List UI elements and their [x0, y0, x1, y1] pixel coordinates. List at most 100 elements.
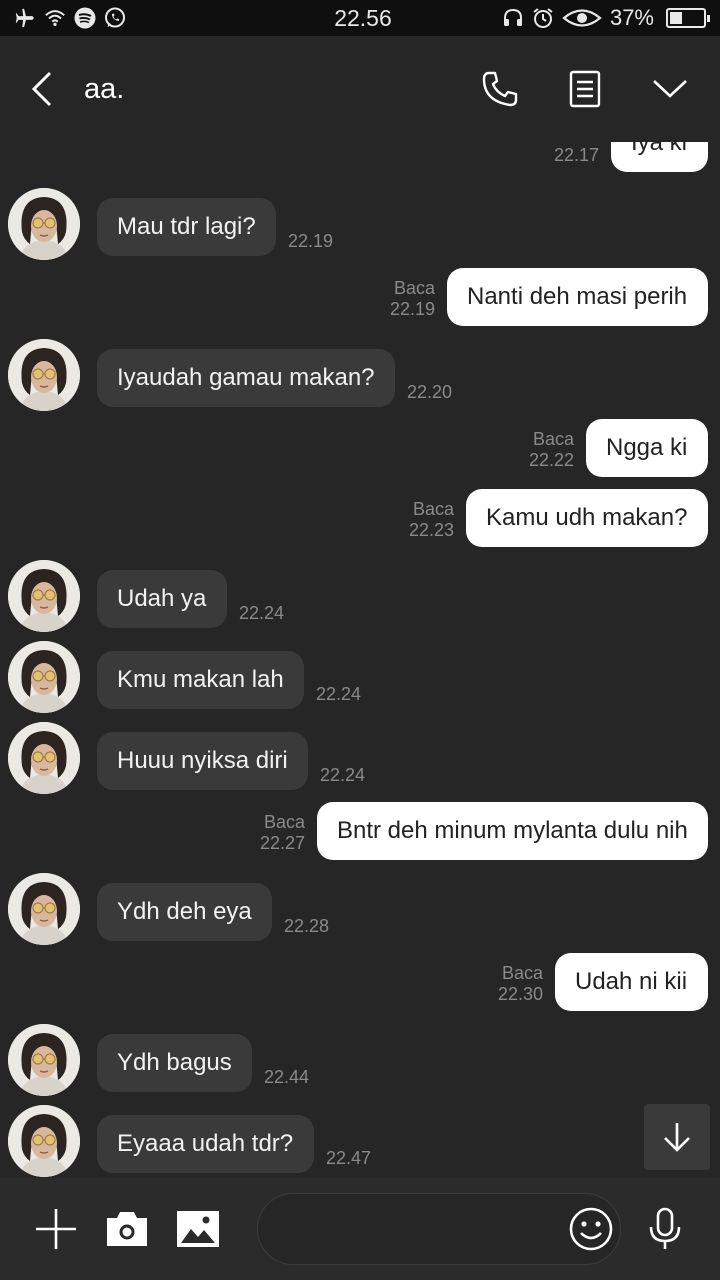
message-input[interactable] [280, 1216, 568, 1242]
call-button[interactable] [470, 59, 530, 119]
contact-avatar[interactable] [8, 188, 80, 260]
message-time: 22.19 [288, 231, 334, 251]
message-status: Baca 22.30 [498, 963, 543, 1005]
contact-avatar[interactable] [8, 339, 80, 411]
read-receipt: Baca [393, 278, 435, 298]
read-receipt: Baca [532, 429, 574, 449]
back-arrow-icon [31, 71, 52, 107]
message-time: 22.44 [264, 1067, 310, 1087]
scroll-to-bottom-button[interactable] [644, 1104, 710, 1170]
emoji-button[interactable] [568, 1204, 614, 1254]
incoming-message: Ydh bagus 22.44 [0, 1024, 720, 1096]
message-bubble[interactable]: Udah ni kii [555, 953, 708, 1011]
message-time: 22.24 [316, 684, 362, 704]
outgoing-message: Iya ki Baca22.17 [0, 142, 720, 172]
contact-avatar[interactable] [8, 1024, 80, 1096]
battery-icon [666, 8, 710, 28]
message-time: 22.27 [259, 833, 305, 853]
message-composer [0, 1178, 720, 1280]
message-bubble[interactable]: Kamu udh makan? [466, 489, 708, 547]
incoming-message: Kmu makan lah 22.24 [0, 641, 720, 713]
chevron-down-icon [653, 80, 687, 98]
message-status: Baca 22.19 [390, 278, 435, 320]
message-bubble[interactable]: Ydh bagus [97, 1034, 252, 1092]
camera-icon [106, 1212, 147, 1246]
message-time: 22.24 [239, 603, 285, 623]
message-time: 22.20 [407, 382, 453, 402]
read-receipt: Baca [501, 963, 543, 983]
outgoing-message: Ngga ki Baca 22.22 [0, 419, 720, 477]
message-time: 22.23 [408, 520, 454, 540]
message-bubble[interactable]: Mau tdr lagi? [97, 198, 276, 256]
gallery-button[interactable] [172, 1201, 223, 1257]
back-button[interactable] [20, 67, 64, 111]
chat-header: aa. [0, 36, 720, 142]
plus-icon [35, 1209, 76, 1249]
eye-icon [562, 7, 602, 29]
arrow-down-icon [664, 1123, 690, 1152]
status-left-icons [14, 7, 264, 29]
outgoing-message: Bntr deh minum mylanta dulu nih Baca 22.27 [0, 802, 720, 860]
wifi-icon [44, 7, 66, 29]
contact-avatar[interactable] [8, 722, 80, 794]
menu-toggle-button[interactable] [640, 59, 700, 119]
battery-percent: 37% [609, 5, 654, 30]
message-time: 22.30 [497, 984, 543, 1004]
message-bubble[interactable]: Udah ya [97, 570, 227, 628]
contact-avatar[interactable] [8, 560, 80, 632]
message-status: Baca22.17 [554, 142, 599, 166]
message-time: 22.24 [320, 765, 366, 785]
whatsapp-icon [104, 7, 126, 29]
message-time: 22.28 [284, 916, 330, 936]
emoji-icon [569, 1207, 613, 1251]
message-bubble[interactable]: Kmu makan lah [97, 651, 304, 709]
attach-button[interactable] [30, 1201, 81, 1257]
message-bubble[interactable]: Nanti deh masi perih [447, 268, 708, 326]
incoming-message: Iyaudah gamau makan? 22.20 [0, 339, 720, 411]
message-input-box[interactable] [257, 1193, 621, 1265]
outgoing-message: Nanti deh masi perih Baca 22.19 [0, 268, 720, 326]
phone-icon [482, 71, 518, 107]
message-bubble[interactable]: Ydh deh eya [97, 883, 272, 941]
contact-avatar[interactable] [8, 1105, 80, 1177]
message-time: 22.22 [528, 450, 574, 470]
message-bubble[interactable]: Bntr deh minum mylanta dulu nih [317, 802, 708, 860]
voice-button[interactable] [639, 1201, 690, 1257]
headset-icon [502, 7, 524, 29]
outgoing-message: Udah ni kii Baca 22.30 [0, 953, 720, 1011]
message-time: 22.17 [553, 145, 599, 165]
image-icon [176, 1211, 219, 1247]
message-status: Baca 22.27 [260, 812, 305, 854]
outgoing-message: Kamu udh makan? Baca 22.23 [0, 489, 720, 547]
message-bubble[interactable]: Huuu nyiksa diri [97, 732, 308, 790]
spotify-icon [74, 7, 96, 29]
alarm-icon [532, 7, 554, 29]
message-bubble[interactable]: Eyaaa udah tdr? [97, 1115, 314, 1173]
camera-button[interactable] [101, 1201, 152, 1257]
chat-title[interactable]: aa. [84, 73, 445, 106]
message-time: 22.47 [326, 1148, 372, 1168]
message-bubble[interactable]: Ngga ki [586, 419, 708, 477]
incoming-message: Eyaaa udah tdr? 22.47 [0, 1105, 720, 1177]
contact-avatar[interactable] [8, 873, 80, 945]
status-bar: 22.56 37% [0, 0, 720, 36]
contact-avatar[interactable] [8, 641, 80, 713]
message-bubble[interactable]: Iyaudah gamau makan? [97, 349, 395, 407]
microphone-icon [649, 1207, 680, 1249]
notes-icon [569, 70, 601, 108]
incoming-message: Mau tdr lagi? 22.19 [0, 188, 720, 260]
battery-level [670, 12, 682, 24]
read-receipt: Baca [263, 812, 305, 832]
airplane-icon [14, 7, 36, 29]
notes-button[interactable] [555, 59, 615, 119]
incoming-message: Huuu nyiksa diri 22.24 [0, 722, 720, 794]
read-receipt: Baca [412, 499, 454, 519]
status-time: 22.56 [334, 4, 392, 31]
message-status: Baca 22.23 [409, 499, 454, 541]
message-bubble[interactable]: Iya ki [611, 142, 708, 172]
status-right-icons: 37% [502, 5, 710, 31]
incoming-message: Udah ya 22.24 [0, 560, 720, 632]
incoming-message: Ydh deh eya 22.28 [0, 873, 720, 945]
chat-messages: Iya kiBaca22.17Mau tdr lagi?22.19Nanti d… [0, 142, 720, 1178]
message-time: 22.19 [389, 299, 435, 319]
